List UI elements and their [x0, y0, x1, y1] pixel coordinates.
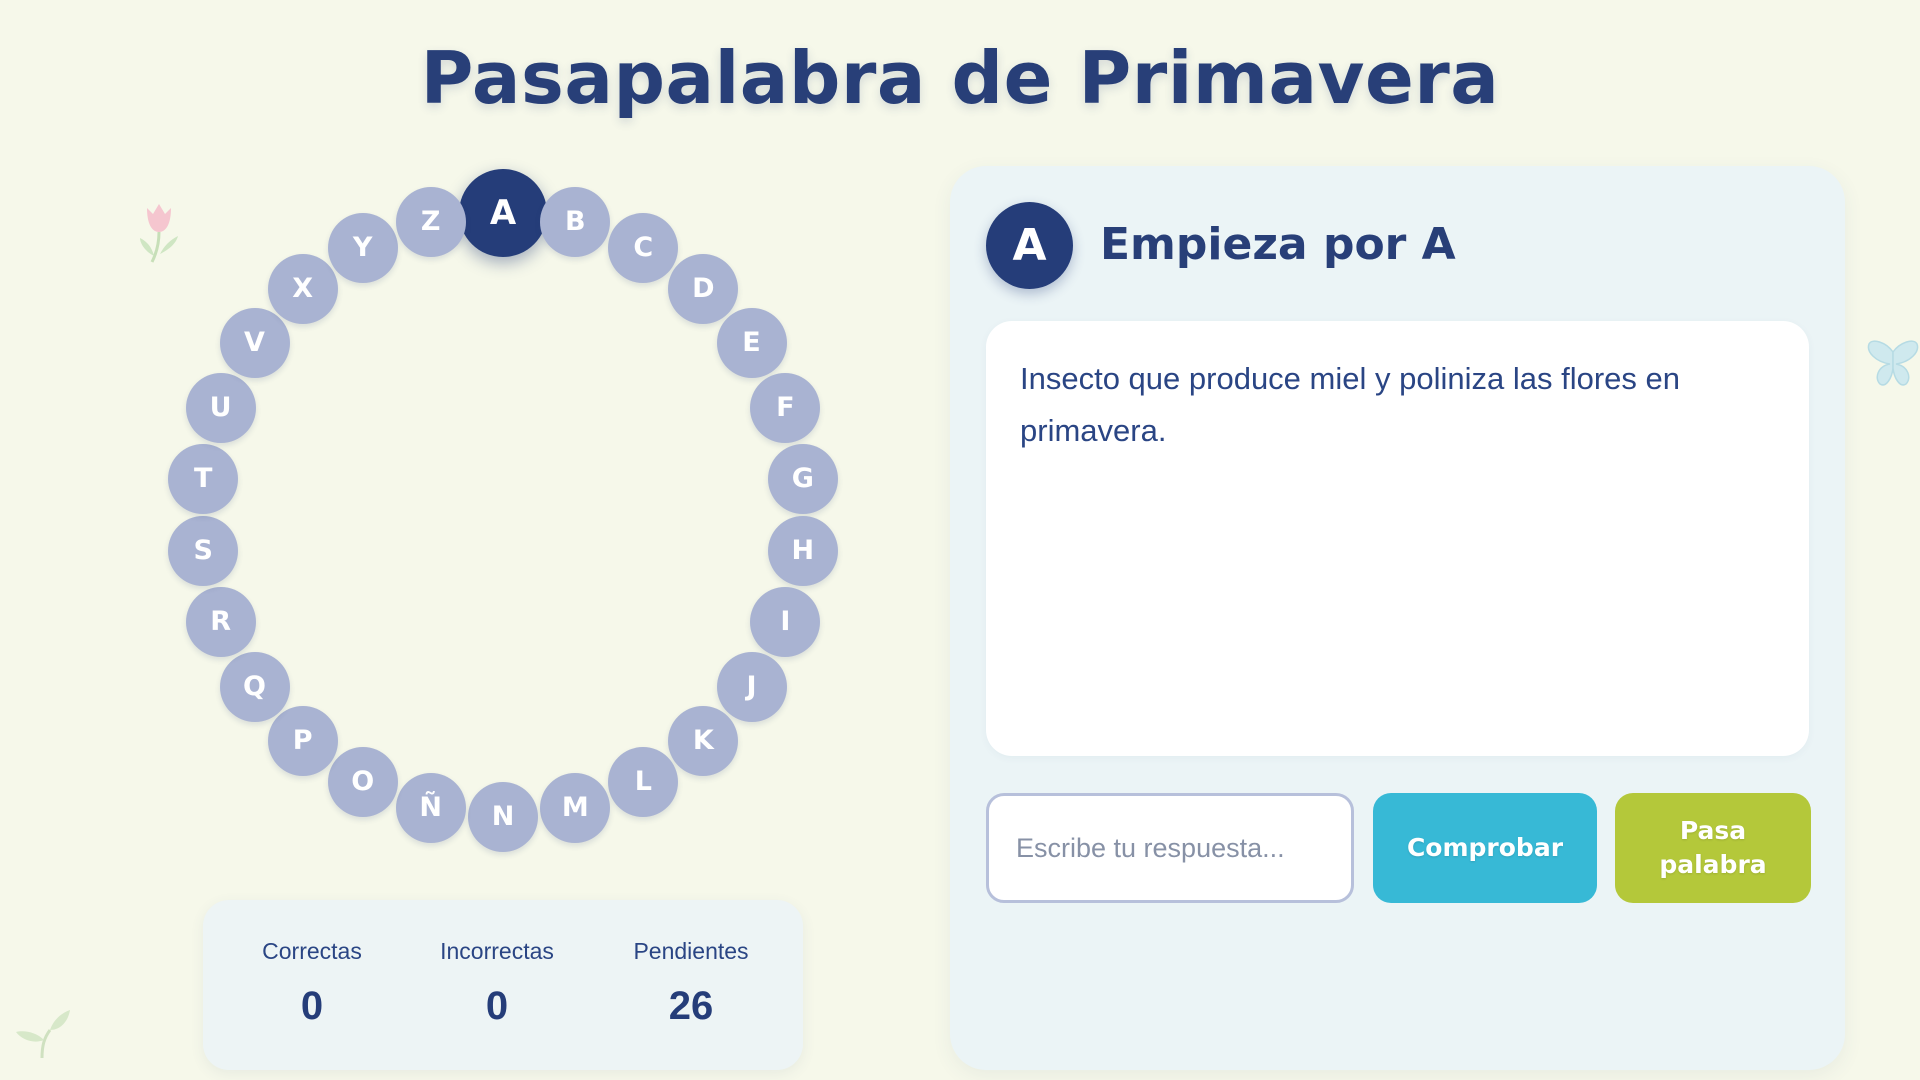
sprout-icon [16, 1010, 70, 1059]
letter-ñ[interactable]: Ñ [395, 773, 466, 844]
letter-v[interactable]: V [219, 308, 290, 379]
letter-g[interactable]: G [767, 443, 838, 514]
incorrect-stat: Incorrectas 0 [402, 900, 592, 1028]
score-panel: Correctas 0 Incorrectas 0 Pendientes 26 [203, 900, 803, 1070]
letter-j[interactable]: J [716, 651, 787, 722]
letter-l[interactable]: L [608, 747, 679, 818]
current-letter-badge: A [986, 202, 1073, 289]
letter-k[interactable]: K [668, 706, 739, 777]
pass-word-button[interactable]: Pasa palabra [1615, 793, 1811, 903]
correct-stat: Correctas 0 [217, 900, 407, 1028]
letter-o[interactable]: O [327, 747, 398, 818]
answer-input[interactable] [986, 793, 1354, 903]
incorrect-count: 0 [485, 984, 509, 1028]
letter-s[interactable]: S [168, 516, 239, 587]
letter-y[interactable]: Y [327, 212, 398, 283]
letter-e[interactable]: E [716, 308, 787, 379]
letter-t[interactable]: T [168, 443, 239, 514]
question-panel: A Empieza por A Insecto que produce miel… [950, 166, 1845, 1070]
check-button[interactable]: Comprobar [1373, 793, 1597, 903]
letter-b[interactable]: B [540, 186, 611, 257]
letter-u[interactable]: U [185, 372, 256, 443]
correct-label: Correctas [262, 938, 362, 964]
butterfly-icon [1867, 340, 1919, 386]
question-heading: Empieza por A [1100, 219, 1456, 270]
pending-label: Pendientes [633, 938, 749, 964]
letter-p[interactable]: P [267, 706, 338, 777]
letter-i[interactable]: I [750, 587, 821, 658]
pending-count: 26 [668, 984, 714, 1028]
clue-box: Insecto que produce miel y poliniza las … [986, 321, 1809, 756]
letter-n[interactable]: N [468, 782, 538, 852]
letter-x[interactable]: X [267, 253, 338, 324]
incorrect-label: Incorrectas [440, 938, 554, 964]
letter-z[interactable]: Z [395, 186, 466, 257]
letter-a[interactable]: A [459, 169, 547, 257]
clue-text: Insecto que produce miel y poliniza las … [1020, 361, 1680, 448]
letter-c[interactable]: C [608, 212, 679, 283]
letter-d[interactable]: D [668, 253, 739, 324]
letter-q[interactable]: Q [219, 651, 290, 722]
letter-ring: ABCDEFGHIJKLMNÑOPQRSTUVXYZ [0, 0, 1000, 900]
letter-m[interactable]: M [540, 773, 611, 844]
pending-stat: Pendientes 26 [596, 900, 786, 1028]
letter-f[interactable]: F [750, 372, 821, 443]
correct-count: 0 [300, 984, 324, 1028]
letter-h[interactable]: H [767, 516, 838, 587]
letter-r[interactable]: R [185, 587, 256, 658]
